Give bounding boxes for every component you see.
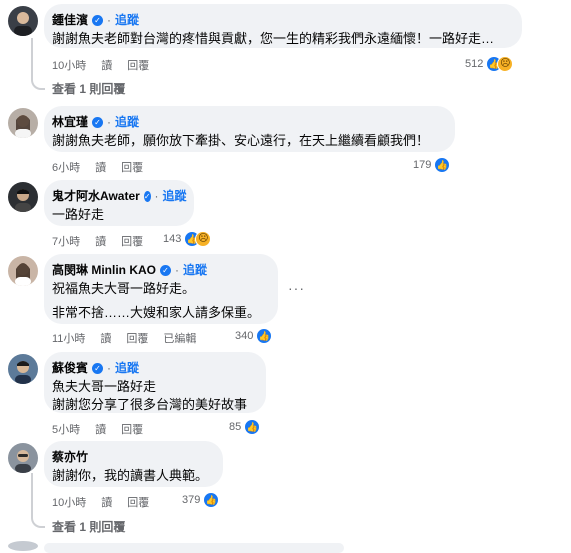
avatar[interactable] bbox=[8, 443, 38, 473]
verified-badge-icon: ✓ bbox=[92, 116, 104, 128]
follow-button[interactable]: 追蹤 bbox=[115, 360, 139, 376]
read-link[interactable]: 讀 bbox=[95, 159, 106, 175]
avatar[interactable] bbox=[8, 108, 38, 138]
reply-link[interactable]: 回覆 bbox=[127, 494, 149, 510]
thumbs-up-icon: 👍 bbox=[256, 328, 273, 344]
comment-text: 謝謝你，我的讀書人典範。 bbox=[52, 468, 209, 483]
thread-elbow bbox=[31, 78, 45, 90]
timestamp[interactable]: 7小時 bbox=[52, 233, 80, 249]
comment-actions: 10小時 讀 回覆 bbox=[52, 57, 149, 73]
reaction-summary[interactable]: 143 👍 ☹ bbox=[163, 231, 212, 247]
comment-text: 非常不捨……大嫂和家人請多保重。 bbox=[52, 305, 261, 320]
read-link[interactable]: 讀 bbox=[95, 233, 106, 249]
reaction-count: 143 bbox=[163, 233, 182, 245]
comment-bubble: 蘇俊賓 ✓ · 追蹤 魚夫大哥一路好走 謝謝您分享了很多台灣的美好故事 bbox=[44, 352, 266, 413]
verified-badge-icon: ✓ bbox=[160, 264, 171, 276]
timestamp[interactable]: 10小時 bbox=[52, 494, 86, 510]
reply-link[interactable]: 回覆 bbox=[127, 57, 149, 73]
reply-link[interactable]: 回覆 bbox=[121, 421, 143, 437]
comment-text: 一路好走 bbox=[52, 207, 105, 222]
reaction-count: 85 bbox=[229, 421, 242, 433]
commenter-name[interactable]: 高閔琳 Minlin KAO bbox=[52, 262, 156, 278]
reply-link[interactable]: 回覆 bbox=[121, 159, 143, 175]
commenter-name[interactable]: 林宜瑾 bbox=[52, 114, 88, 130]
comment-text: 魚夫大哥一路好走 bbox=[52, 379, 157, 394]
commenter-name[interactable]: 鍾佳濱 bbox=[52, 12, 88, 28]
commenter-name[interactable]: 蘇俊賓 bbox=[52, 360, 88, 376]
commenter-name[interactable]: 鬼才阿水Awater bbox=[52, 188, 140, 204]
timestamp[interactable]: 6小時 bbox=[52, 159, 80, 175]
follow-button[interactable]: 追蹤 bbox=[163, 188, 187, 204]
reaction-count: 340 bbox=[235, 330, 254, 342]
avatar[interactable] bbox=[8, 354, 38, 384]
follow-button[interactable]: 追蹤 bbox=[115, 12, 139, 28]
thumbs-up-icon: 👍 bbox=[244, 419, 261, 435]
reaction-count: 179 bbox=[413, 159, 432, 171]
verified-badge-icon: ✓ bbox=[143, 190, 151, 202]
read-link[interactable]: 讀 bbox=[100, 330, 111, 346]
comment-bubble: 鬼才阿水Awater ✓ · 追蹤 一路好走 bbox=[44, 180, 194, 226]
sad-face-icon: ☹ bbox=[195, 231, 212, 247]
verified-badge-icon: ✓ bbox=[92, 14, 104, 26]
avatar[interactable] bbox=[8, 541, 38, 551]
reaction-summary[interactable]: 512 👍 ☹ bbox=[465, 56, 514, 72]
comment-bubble: 鍾佳濱 ✓ · 追蹤 謝謝魚夫老師對台灣的疼惜與貢獻，您一生的精彩我們永遠緬懷！… bbox=[44, 4, 522, 48]
thread-elbow bbox=[31, 516, 45, 528]
comment-actions: 11小時 讀 回覆 已編輯 bbox=[52, 330, 196, 346]
comment-actions: 5小時 讀 回覆 bbox=[52, 421, 143, 437]
timestamp[interactable]: 5小時 bbox=[52, 421, 80, 437]
view-replies-link[interactable]: 查看 1 則回覆 bbox=[52, 518, 125, 535]
reaction-count: 512 bbox=[465, 58, 484, 70]
avatar[interactable] bbox=[8, 182, 38, 212]
reply-link[interactable]: 回覆 bbox=[126, 330, 148, 346]
comment-actions: 6小時 讀 回覆 bbox=[52, 159, 143, 175]
sad-face-icon: ☹ bbox=[497, 56, 514, 72]
avatar[interactable] bbox=[8, 256, 38, 286]
avatar[interactable] bbox=[8, 6, 38, 36]
reaction-count: 379 bbox=[182, 494, 201, 506]
read-link[interactable]: 讀 bbox=[101, 494, 112, 510]
reply-link[interactable]: 回覆 bbox=[121, 233, 143, 249]
comment-text: 祝福魚夫大哥一路好走。 bbox=[52, 281, 196, 296]
comment-bubble bbox=[44, 543, 344, 553]
thumbs-up-icon: 👍 bbox=[434, 157, 451, 173]
read-link[interactable]: 讀 bbox=[95, 421, 106, 437]
reaction-summary[interactable]: 85 👍 bbox=[229, 419, 261, 435]
read-link[interactable]: 讀 bbox=[101, 57, 112, 73]
comment-text: 謝謝魚夫老師對台灣的疼惜與貢獻，您一生的精彩我們永遠緬懷！一路好走… bbox=[52, 31, 495, 46]
commenter-name[interactable]: 蔡亦竹 bbox=[52, 449, 88, 465]
timestamp[interactable]: 10小時 bbox=[52, 57, 86, 73]
more-options-button[interactable]: ··· bbox=[288, 280, 305, 296]
verified-badge-icon: ✓ bbox=[92, 362, 104, 374]
thread-line bbox=[31, 38, 33, 80]
thumbs-up-icon: 👍 bbox=[203, 492, 220, 508]
comment-actions: 7小時 讀 回覆 bbox=[52, 233, 143, 249]
comment-actions: 10小時 讀 回覆 bbox=[52, 494, 149, 510]
reaction-summary[interactable]: 179 👍 bbox=[413, 157, 451, 173]
timestamp[interactable]: 11小時 bbox=[52, 330, 85, 346]
follow-button[interactable]: 追蹤 bbox=[115, 114, 139, 130]
reaction-summary[interactable]: 379 👍 bbox=[182, 492, 220, 508]
comment-text: 謝謝魚夫老師，願你放下牽掛、安心遠行，在天上繼續看顧我們！ bbox=[52, 133, 430, 148]
reaction-summary[interactable]: 340 👍 bbox=[235, 328, 273, 344]
comment-bubble: 高閔琳 Minlin KAO ✓ · 追蹤 祝福魚夫大哥一路好走。 非常不捨……… bbox=[44, 254, 278, 324]
edited-label: 已編輯 bbox=[163, 333, 197, 345]
comment-bubble: 林宜瑾 ✓ · 追蹤 謝謝魚夫老師，願你放下牽掛、安心遠行，在天上繼續看顧我們！ bbox=[44, 106, 455, 152]
comment-bubble: 蔡亦竹 謝謝你，我的讀書人典範。 bbox=[44, 441, 223, 487]
thread-line bbox=[31, 473, 33, 518]
view-replies-link[interactable]: 查看 1 則回覆 bbox=[52, 80, 125, 97]
comment-text: 謝謝您分享了很多台灣的美好故事 bbox=[52, 397, 248, 412]
follow-button[interactable]: 追蹤 bbox=[183, 262, 207, 278]
